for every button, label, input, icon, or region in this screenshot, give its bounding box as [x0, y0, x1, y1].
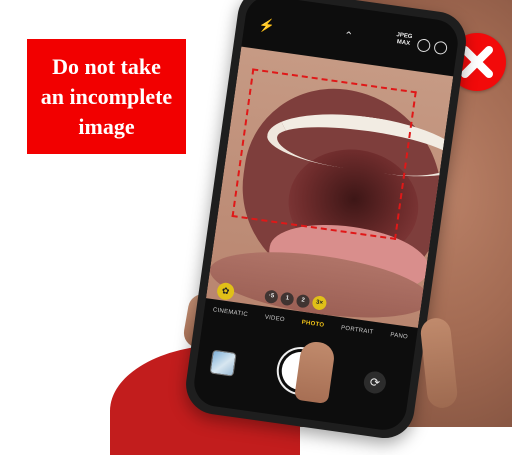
zoom-option[interactable]: ·5	[264, 288, 279, 304]
settings-icon[interactable]	[433, 40, 448, 56]
warning-label: Do not take an incomplete image	[27, 39, 186, 154]
format-toggle[interactable]: JPEG MAX	[395, 32, 413, 48]
format-label-sub: MAX	[396, 39, 411, 48]
mode-cinematic[interactable]: CINEMATIC	[212, 307, 248, 318]
mode-video[interactable]: VIDEO	[264, 315, 285, 324]
mode-portrait[interactable]: PORTRAIT	[341, 325, 374, 335]
zoom-option[interactable]: 1	[279, 291, 295, 306]
live-photo-icon[interactable]	[416, 38, 432, 53]
flip-camera-icon[interactable]: ⟳	[362, 370, 388, 395]
zoom-option-active[interactable]: 3×	[311, 295, 328, 311]
viewfinder[interactable]: ✿ ·5 1 2 3×	[205, 46, 454, 328]
gallery-thumbnail[interactable]	[209, 349, 237, 377]
flash-icon[interactable]: ⚡	[257, 17, 276, 35]
chevron-up-icon[interactable]: ⌃	[343, 29, 354, 43]
mode-pano[interactable]: PANO	[390, 332, 408, 340]
warning-text: Do not take an incomplete image	[40, 53, 173, 139]
focus-box	[231, 68, 417, 240]
zoom-option[interactable]: 2	[295, 293, 311, 309]
mode-photo[interactable]: PHOTO	[301, 320, 324, 329]
